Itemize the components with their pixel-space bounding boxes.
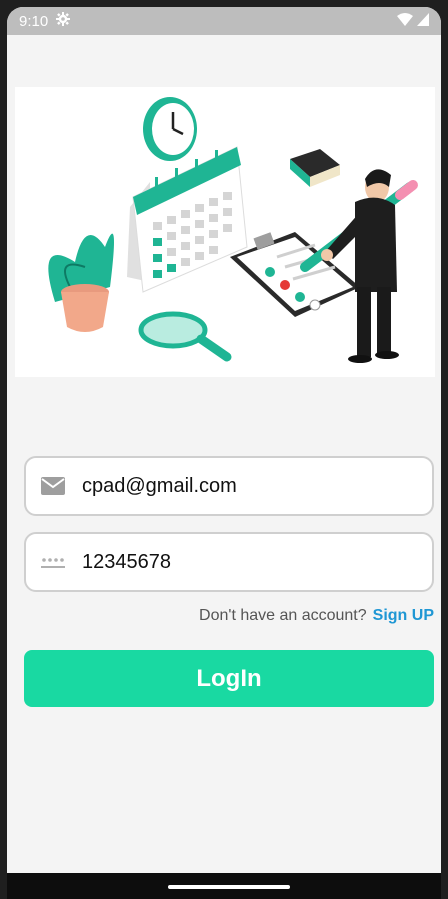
email-input[interactable] [80,473,404,499]
home-indicator[interactable] [168,885,290,889]
gear-icon [56,12,71,30]
status-bar: 9:10 [7,7,441,35]
scheduling-illustration [15,87,435,377]
email-field[interactable] [24,456,434,516]
wifi-icon [397,12,413,30]
password-icon [40,555,66,569]
signal-icon [417,12,429,30]
clock-icon [143,97,197,161]
password-input[interactable] [80,549,404,575]
password-field[interactable] [24,532,434,592]
app-screen: 9:10 cpad@gmail.com 12345678 Don't have … [7,7,441,899]
status-time: 9:10 [19,12,49,30]
signup-prompt: Don't have an account? [199,607,367,624]
navigation-bar [7,873,441,899]
signup-row: Don't have an account? Sign UP [199,607,434,625]
login-button[interactable]: LogIn [24,650,434,707]
signup-link[interactable]: Sign UP [373,607,434,625]
mail-icon [40,477,66,495]
